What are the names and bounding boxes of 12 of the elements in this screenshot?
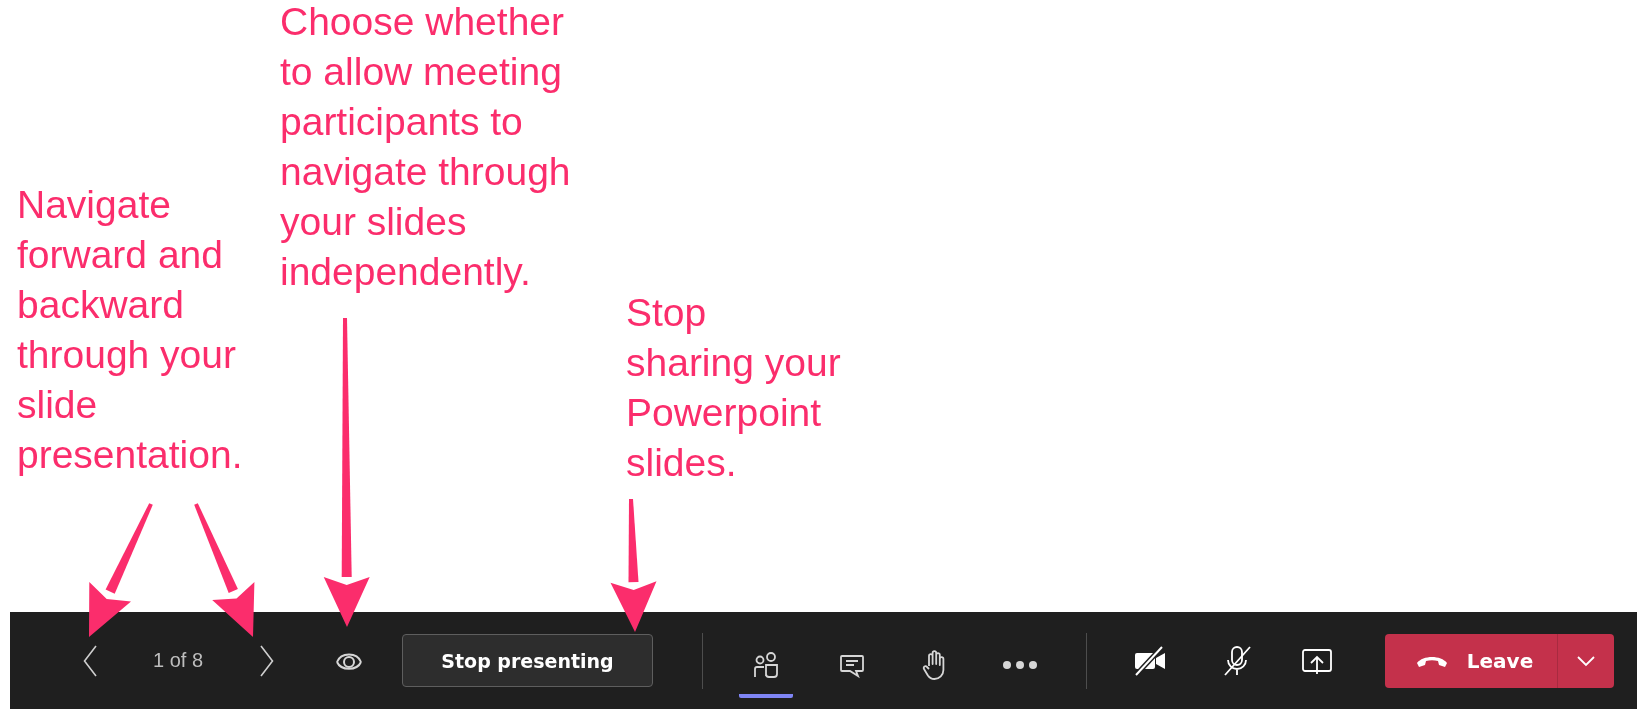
annotation-text: Choose whether to allow meeting participants to navigate through your slides independently. (280, 0, 572, 295)
chevron-left-icon (83, 644, 97, 677)
slide-counter: 1 of 8 (151, 649, 204, 672)
chevron-right-icon (260, 644, 274, 677)
chevron-down-icon (1575, 653, 1597, 668)
annotation-text: Navigate forward and backward through your slide presentation. (17, 182, 244, 478)
camera-off-icon (1132, 644, 1168, 677)
leave-button[interactable]: Leave (1385, 633, 1557, 688)
annotation-text: Stop sharing your Powerpoint slides. (626, 290, 842, 486)
more-icon (1002, 659, 1038, 670)
people-icon (751, 649, 781, 680)
stop-presenting-button[interactable]: Stop presenting (402, 634, 653, 687)
